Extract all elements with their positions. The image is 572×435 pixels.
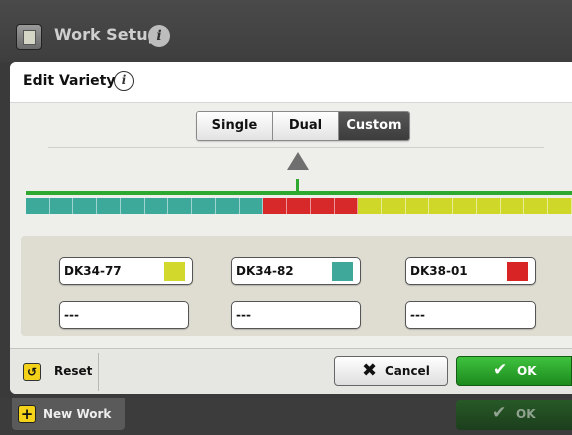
variety-name: DK34-77 [64, 264, 122, 278]
empty-value: --- [236, 308, 251, 322]
row-unit-segment[interactable] [215, 198, 240, 214]
variety-field-1[interactable]: DK34-77 [59, 257, 193, 285]
cancel-label: Cancel [385, 364, 430, 378]
row-unit-segment[interactable] [382, 198, 406, 214]
variety-field-2[interactable]: DK34-82 [231, 257, 361, 285]
footer-divider [98, 353, 99, 391]
checkmark-icon: ✔ [493, 360, 508, 380]
row-unit-segment[interactable] [287, 198, 311, 214]
dialog-title: Edit Variety [23, 73, 116, 89]
reset-icon[interactable]: ↺ [23, 363, 41, 381]
close-icon: ✖ [362, 360, 378, 381]
row-unit-segment[interactable] [405, 198, 430, 214]
row-unit-segment[interactable] [120, 198, 145, 214]
dialog-info-icon[interactable]: i [114, 71, 134, 91]
app-header: Work Setup i [0, 0, 572, 62]
separator [48, 147, 544, 148]
ok-button[interactable]: ✔ OK [456, 356, 572, 386]
dialog-header: Edit Variety i [10, 62, 572, 103]
row-unit-segment[interactable] [334, 198, 359, 214]
row-unit-segment[interactable] [310, 198, 335, 214]
variety-color-swatch [164, 262, 185, 281]
variety-name: DK38-01 [410, 264, 468, 278]
row-unit-segment[interactable] [168, 198, 193, 214]
variety-name: DK34-82 [236, 264, 294, 278]
dialog-footer: ↺ Reset ✖ Cancel ✔ OK [10, 348, 572, 394]
row-unit-segment[interactable] [97, 198, 121, 214]
variety-panel: DK34-77 DK34-82 DK38-01 --- --- --- [21, 236, 572, 336]
row-unit-segment[interactable] [548, 198, 572, 214]
plus-icon: + [18, 405, 36, 423]
row-unit-segment[interactable] [429, 198, 454, 214]
empty-variety-field-2[interactable]: --- [231, 301, 361, 329]
ok-label: OK [517, 364, 537, 378]
mode-single-button[interactable]: Single [197, 112, 273, 140]
background-ok-label: OK [516, 407, 536, 421]
center-marker [296, 179, 299, 191]
row-unit-segment[interactable] [144, 198, 169, 214]
background-ok-button: ✔ OK [456, 400, 572, 430]
row-unit-segment[interactable] [239, 198, 264, 214]
row-unit-segment[interactable] [26, 198, 50, 214]
mode-selector: Single Dual Custom [196, 111, 410, 141]
variety-color-swatch [507, 262, 528, 281]
row-unit-strip[interactable] [26, 198, 572, 214]
row-unit-segment[interactable] [453, 198, 477, 214]
empty-value: --- [64, 308, 79, 322]
dialog-body: Single Dual Custom DK34-77 DK34-82 DK38-… [10, 103, 572, 348]
checkmark-icon: ✔ [492, 403, 507, 423]
work-setup-icon[interactable] [16, 24, 42, 50]
row-unit-segment[interactable] [49, 198, 74, 214]
new-work-label: New Work [43, 407, 112, 421]
row-unit-segment[interactable] [73, 198, 98, 214]
row-unit-segment[interactable] [500, 198, 525, 214]
reset-button[interactable]: Reset [54, 364, 92, 378]
mode-custom-button[interactable]: Custom [339, 112, 409, 140]
row-unit-segment[interactable] [192, 198, 216, 214]
row-unit-segment[interactable] [263, 198, 288, 214]
mode-dual-button[interactable]: Dual [273, 112, 339, 140]
empty-variety-field-1[interactable]: --- [59, 301, 189, 329]
info-icon[interactable]: i [148, 25, 170, 47]
cancel-button[interactable]: ✖ Cancel [334, 356, 448, 386]
app-title: Work Setup [54, 25, 160, 44]
work-setup-screen: Work Setup i Edit Variety i Single Dual … [0, 0, 572, 435]
row-unit-segment[interactable] [524, 198, 549, 214]
row-unit-segment[interactable] [476, 198, 501, 214]
implement-bar [26, 191, 572, 195]
new-work-button[interactable]: + New Work [12, 398, 125, 430]
bottom-bar: + New Work ✔ OK [0, 398, 572, 435]
empty-value: --- [410, 308, 425, 322]
variety-color-swatch [332, 262, 353, 281]
row-unit-segment[interactable] [358, 198, 383, 214]
empty-variety-field-3[interactable]: --- [405, 301, 536, 329]
direction-arrow-icon [287, 152, 309, 170]
edit-variety-dialog: Edit Variety i Single Dual Custom DK34-7… [10, 62, 572, 394]
variety-field-3[interactable]: DK38-01 [405, 257, 536, 285]
